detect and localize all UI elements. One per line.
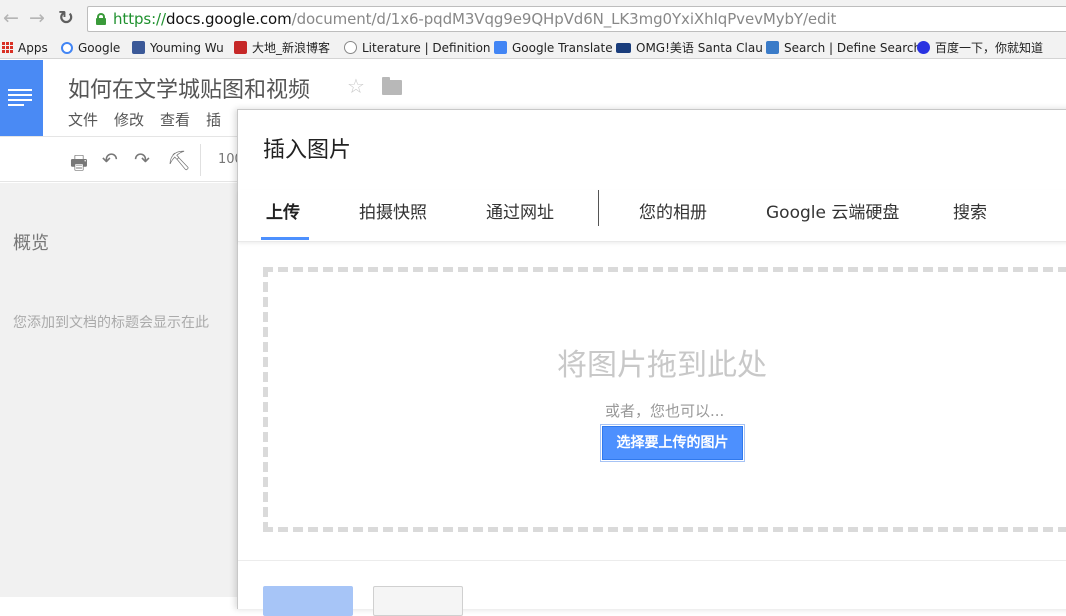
bookmark-google[interactable]: Google bbox=[61, 39, 120, 56]
paint-format-icon[interactable]: ⛏ bbox=[167, 149, 191, 172]
reload-icon[interactable]: ↻ bbox=[58, 7, 74, 29]
tab-albums[interactable]: 您的相册 bbox=[639, 198, 707, 223]
bookmark-baidu[interactable]: 百度一下，你就知道 bbox=[917, 39, 1043, 56]
document-outline: 概览 您添加到文档的标题会显示在此 bbox=[0, 183, 240, 597]
menu-edit[interactable]: 修改 bbox=[114, 109, 144, 130]
docs-toolbar: 🖶 ↶ ↷ ⛏ 100 bbox=[0, 136, 243, 182]
forward-arrow-icon[interactable]: → bbox=[29, 7, 45, 29]
dialog-title: 插入图片 bbox=[263, 138, 352, 163]
merriam-webster-icon bbox=[344, 41, 357, 54]
undo-icon[interactable]: ↶ bbox=[102, 149, 118, 171]
footer-divider bbox=[238, 560, 1066, 561]
address-bar[interactable]: https://docs.google.com/document/d/1x6-p… bbox=[87, 6, 1066, 32]
document-title[interactable]: 如何在文学城贴图和视频 bbox=[68, 72, 310, 104]
redo-icon[interactable]: ↷ bbox=[134, 149, 150, 171]
tab-divider bbox=[598, 190, 599, 226]
google-icon bbox=[61, 41, 73, 54]
voa-icon bbox=[616, 42, 631, 53]
dialog-tabs: 上传 拍摄快照 通过网址 您的相册 Google 云端硬盘 搜索 bbox=[238, 190, 1066, 242]
tab-snapshot[interactable]: 拍摄快照 bbox=[359, 198, 427, 223]
or-text: 或者，您也可以... bbox=[605, 402, 725, 420]
bookmark-omg-english[interactable]: OMG!美语 Santa Clau bbox=[616, 39, 763, 56]
menu-view[interactable]: 查看 bbox=[160, 109, 190, 130]
toolbar-divider bbox=[200, 144, 201, 176]
translate-icon bbox=[494, 41, 507, 54]
menu-file[interactable]: 文件 bbox=[68, 109, 98, 130]
lock-icon bbox=[96, 13, 106, 25]
browser-toolbar: ← → ↻ https://docs.google.com/document/d… bbox=[0, 0, 1066, 36]
folder-icon[interactable] bbox=[382, 77, 402, 95]
facebook-icon bbox=[132, 41, 145, 54]
choose-image-button[interactable]: 选择要上传的图片 bbox=[602, 426, 743, 460]
tab-search[interactable]: 搜索 bbox=[953, 198, 987, 223]
star-icon[interactable]: ☆ bbox=[347, 74, 365, 98]
active-tab-indicator bbox=[261, 237, 309, 240]
dictionary-icon bbox=[766, 41, 779, 54]
print-icon[interactable]: 🖶 bbox=[70, 149, 88, 181]
tab-upload[interactable]: 上传 bbox=[266, 198, 300, 223]
apps-grid-icon bbox=[2, 42, 13, 53]
menu-insert[interactable]: 插 bbox=[206, 109, 221, 130]
outline-hint: 您添加到文档的标题会显示在此 bbox=[13, 315, 209, 331]
back-arrow-icon[interactable]: ← bbox=[3, 7, 19, 29]
drop-zone[interactable]: 将图片拖到此处 或者，您也可以... 选择要上传的图片 bbox=[263, 267, 1066, 532]
bookmarks-bar: Apps Google Youming Wu 大地_新浪博客 Literatur… bbox=[0, 36, 1066, 59]
bookmark-youming-wu[interactable]: Youming Wu bbox=[132, 39, 224, 56]
select-button[interactable] bbox=[263, 586, 353, 616]
sina-blog-icon bbox=[234, 41, 247, 54]
tab-google-drive[interactable]: Google 云端硬盘 bbox=[766, 198, 899, 223]
bookmark-google-translate[interactable]: Google Translate bbox=[494, 39, 613, 56]
baidu-paw-icon bbox=[917, 41, 930, 54]
tab-by-url[interactable]: 通过网址 bbox=[486, 198, 554, 223]
bookmark-apps[interactable]: Apps bbox=[2, 39, 48, 56]
docs-home-icon[interactable] bbox=[0, 60, 43, 137]
outline-title: 概览 bbox=[13, 233, 49, 254]
url-text: https://docs.google.com/document/d/1x6-p… bbox=[113, 10, 837, 28]
drop-here-text: 将图片拖到此处 bbox=[557, 348, 767, 383]
cancel-button[interactable] bbox=[373, 586, 463, 616]
docs-menubar: 文件 修改 查看 插 bbox=[68, 109, 221, 130]
bookmark-sina-blog[interactable]: 大地_新浪博客 bbox=[234, 39, 330, 56]
bookmark-define-search[interactable]: Search | Define Search bbox=[766, 39, 921, 56]
bookmark-literature[interactable]: Literature | Definition bbox=[344, 39, 491, 56]
insert-image-dialog: 插入图片 上传 拍摄快照 通过网址 您的相册 Google 云端硬盘 搜索 将图… bbox=[237, 109, 1066, 616]
